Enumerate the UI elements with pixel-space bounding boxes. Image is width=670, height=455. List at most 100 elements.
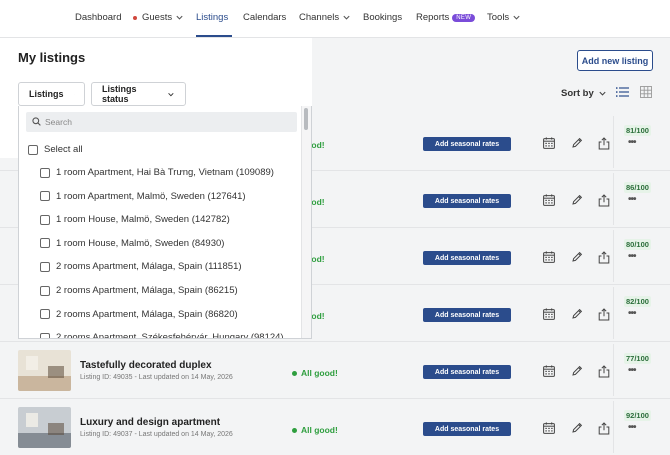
add-seasonal-rates-button[interactable]: Add seasonal rates [423, 194, 511, 208]
listing-option[interactable]: 2 rooms Apartment, Málaga, Spain (86820) [40, 309, 238, 320]
add-seasonal-rates-button[interactable]: Add seasonal rates [423, 137, 511, 151]
pencil-icon[interactable] [571, 194, 583, 206]
nav-dashboard[interactable]: Dashboard [75, 12, 121, 23]
nav-listings[interactable]: Listings [196, 12, 228, 23]
listing-option[interactable]: 1 room House, Malmö, Sweden (84930) [40, 238, 224, 249]
checkbox[interactable] [40, 167, 50, 178]
add-seasonal-rates-button[interactable]: Add seasonal rates [423, 422, 511, 436]
checkbox[interactable] [40, 214, 50, 225]
nav-tools[interactable]: Tools [487, 12, 521, 23]
share-icon[interactable] [598, 137, 610, 150]
more-icon[interactable]: ••• [628, 365, 636, 376]
nav-guests-label: Guests [142, 12, 173, 23]
list-view-icon[interactable] [616, 86, 630, 98]
listing-option[interactable]: 2 rooms Apartment, Székesfehérvár, Hunga… [40, 332, 284, 338]
listing-score: 82/100 [624, 296, 651, 307]
sort-by-label: Sort by [561, 88, 594, 99]
listing-option-label: 2 rooms Apartment, Málaga, Spain (111851… [56, 261, 242, 273]
pencil-icon[interactable] [571, 422, 583, 434]
dropdown-scrollbar-track[interactable] [301, 106, 311, 338]
dropdown-scrollbar-thumb[interactable] [304, 108, 308, 130]
add-seasonal-rates-button[interactable]: Add seasonal rates [423, 308, 511, 322]
more-icon[interactable]: ••• [628, 137, 636, 148]
calendar-icon[interactable] [543, 365, 555, 377]
calendar-icon[interactable] [543, 137, 555, 149]
listing-option[interactable]: 1 room House, Malmö, Sweden (142782) [40, 214, 230, 225]
nav-bookings-label: Bookings [363, 12, 403, 23]
share-icon[interactable] [598, 251, 610, 264]
listing-option[interactable]: 1 room Apartment, Malmö, Sweden (127641) [40, 191, 246, 202]
pencil-icon[interactable] [571, 137, 583, 149]
checkbox[interactable] [40, 285, 50, 296]
listing-option[interactable]: 2 rooms Apartment, Málaga, Spain (111851… [40, 261, 242, 272]
listings-filter-label: Listings [29, 89, 64, 99]
listing-title[interactable]: Tastefully decorated duplex [80, 360, 212, 371]
checkbox[interactable] [40, 261, 50, 272]
status-label: All good! [301, 368, 338, 378]
chevron-down-icon [343, 15, 350, 20]
calendar-icon[interactable] [543, 251, 555, 263]
listings-status-filter-label: Listings status [102, 84, 137, 104]
listing-title[interactable]: Luxury and design apartment [80, 417, 220, 428]
share-icon[interactable] [598, 365, 610, 378]
share-icon[interactable] [598, 422, 610, 435]
add-seasonal-rates-button[interactable]: Add seasonal rates [423, 365, 511, 379]
sort-by-dropdown[interactable]: Sort by [561, 88, 607, 99]
search-icon [32, 117, 41, 126]
checkbox[interactable] [40, 309, 50, 320]
page-title: My listings [18, 50, 86, 65]
nav-calendars-label: Calendars [243, 12, 287, 23]
chevron-down-icon [599, 91, 606, 96]
calendar-icon[interactable] [543, 422, 555, 434]
checkbox[interactable] [40, 238, 50, 249]
add-seasonal-rates-button[interactable]: Add seasonal rates [423, 251, 511, 265]
nav-dashboard-label: Dashboard [75, 12, 122, 23]
add-new-listing-button[interactable]: Add new listing [577, 50, 653, 71]
listings-dropdown: Select all 1 room Apartment, Hai Bà Trưn… [18, 106, 312, 339]
checkbox[interactable] [40, 332, 50, 338]
chevron-down-icon [176, 15, 183, 20]
pencil-icon[interactable] [571, 251, 583, 263]
listings-search-input[interactable] [26, 112, 297, 132]
listing-thumbnail[interactable] [18, 407, 71, 448]
nav-reports[interactable]: Reports NEW [416, 12, 476, 23]
more-icon[interactable]: ••• [628, 422, 636, 433]
listing-option-label: 1 room Apartment, Hai Bà Trưng, Vietnam … [56, 167, 274, 178]
pencil-icon[interactable] [571, 365, 583, 377]
calendar-icon[interactable] [543, 194, 555, 206]
checkbox[interactable] [28, 144, 38, 155]
nav-bookings[interactable]: Bookings [363, 12, 402, 23]
calendar-icon[interactable] [543, 308, 555, 320]
select-all-checkbox[interactable]: Select all [28, 144, 83, 155]
listing-score: 80/100 [624, 239, 651, 250]
pencil-icon[interactable] [571, 308, 583, 320]
nav-channels-label: Channels [299, 12, 340, 23]
chevron-down-icon [513, 15, 520, 20]
table-row[interactable]: Tastefully decorated duplex Listing ID: … [0, 342, 670, 399]
listing-thumbnail[interactable] [18, 350, 71, 391]
nav-channels[interactable]: Channels [299, 12, 351, 23]
nav-guests[interactable]: Guests [133, 12, 184, 23]
listing-option-label: 2 rooms Apartment, Málaga, Spain (86820) [56, 308, 238, 320]
nav-calendars[interactable]: Calendars [243, 12, 286, 23]
status-badge: All good! [292, 368, 338, 378]
listing-score: 77/100 [624, 353, 651, 364]
listings-filter-button[interactable]: Listings [18, 82, 85, 106]
listing-score: 92/100 [624, 410, 651, 421]
grid-view-icon[interactable] [640, 86, 652, 98]
status-dot-icon [292, 427, 297, 433]
checkbox[interactable] [40, 191, 50, 202]
more-icon[interactable]: ••• [628, 194, 636, 205]
new-badge: NEW [452, 13, 476, 22]
status-badge: All good! [292, 425, 338, 435]
share-icon[interactable] [598, 194, 610, 207]
listing-option[interactable]: 2 rooms Apartment, Málaga, Spain (86215) [40, 285, 238, 296]
listings-status-filter-button[interactable]: Listings status [91, 82, 186, 106]
listing-score: 81/100 [624, 125, 651, 136]
table-row[interactable]: Luxury and design apartment Listing ID: … [0, 399, 670, 455]
listing-option[interactable]: 1 room Apartment, Hai Bà Trưng, Vietnam … [40, 167, 274, 178]
listing-meta: Listing ID: 49037 - Last updated on 14 M… [80, 431, 233, 438]
share-icon[interactable] [598, 308, 610, 321]
more-icon[interactable]: ••• [628, 308, 636, 319]
more-icon[interactable]: ••• [628, 251, 636, 262]
